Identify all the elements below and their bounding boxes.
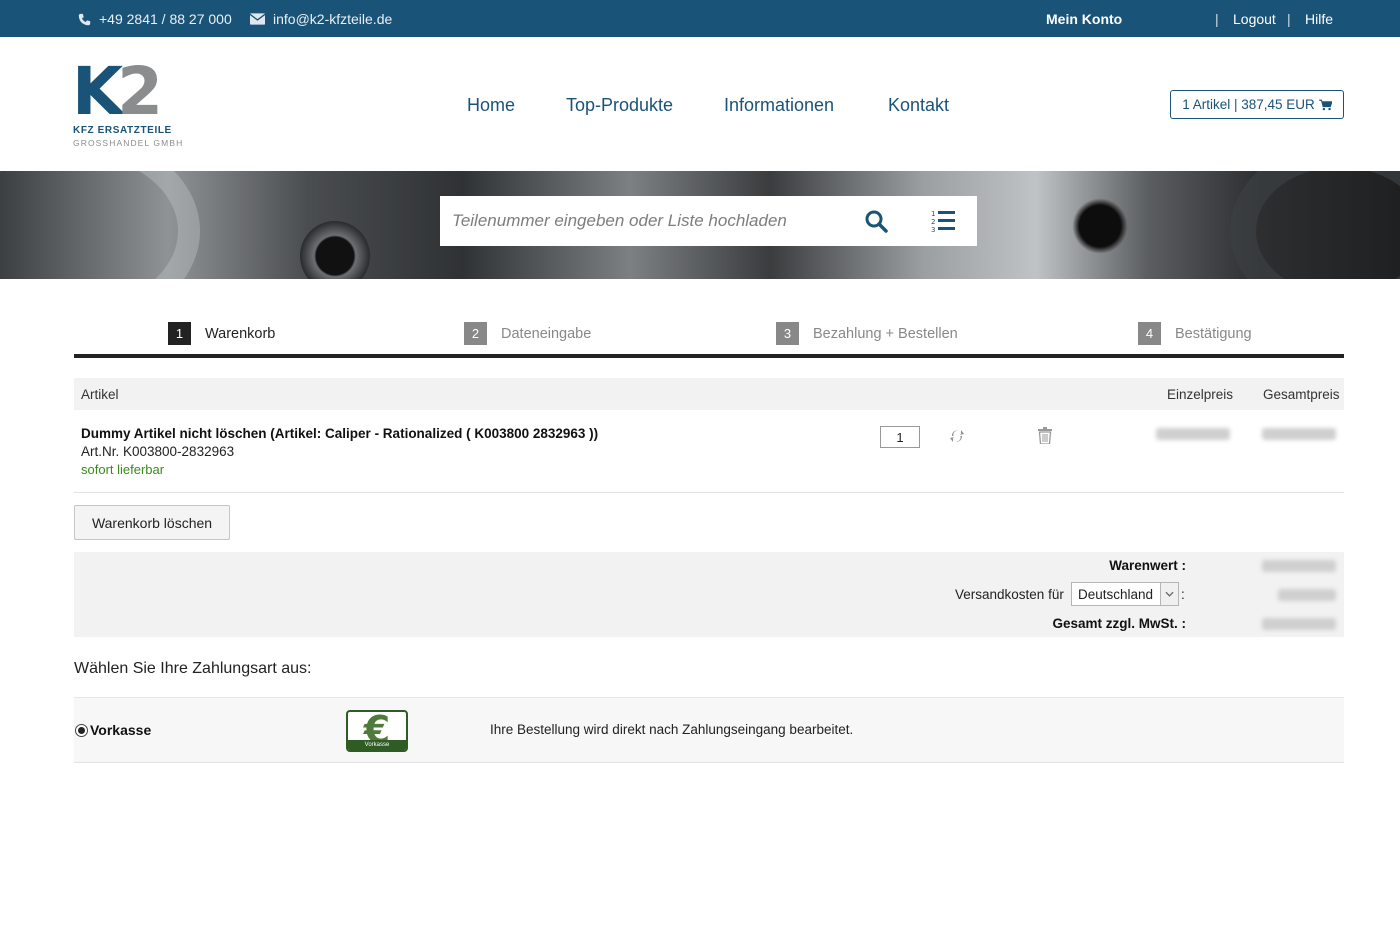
step-number: 1 [168, 322, 191, 345]
step-number: 3 [776, 322, 799, 345]
shipping-label: Versandkosten für [955, 587, 1064, 602]
column-article: Artikel [81, 387, 119, 402]
email-address: info@k2-kfzteile.de [273, 11, 393, 27]
item-article-number: Art.Nr. K003800-2832963 [81, 444, 235, 459]
phone-number: +49 2841 / 88 27 000 [99, 11, 232, 27]
shopping-cart-icon [1318, 99, 1332, 110]
hero-decoration [1230, 171, 1400, 279]
shipping-country-select[interactable]: Deutschland [1071, 582, 1179, 606]
top-bar: +49 2841 / 88 27 000 info@k2-kfzteile.de… [0, 0, 1400, 37]
cart-summary-button[interactable]: 1 Artikel | 387,45 EUR [1170, 90, 1344, 119]
nav-top-products[interactable]: Top-Produkte [566, 95, 673, 116]
nav-information[interactable]: Informationen [724, 95, 834, 116]
shipping-colon: : [1181, 587, 1185, 602]
phone-contact[interactable]: +49 2841 / 88 27 000 [78, 11, 232, 27]
part-number-input[interactable] [452, 196, 852, 246]
hero-decoration [1070, 191, 1130, 261]
prepayment-logo-label: Vorkasse [348, 740, 406, 750]
hero-decoration [300, 221, 370, 279]
nav-home[interactable]: Home [467, 95, 515, 116]
payment-radio[interactable] [75, 724, 88, 737]
svg-text:1: 1 [931, 210, 935, 218]
step-label: Bezahlung + Bestellen [813, 325, 958, 342]
step-payment: 3 Bezahlung + Bestellen [776, 322, 958, 345]
column-unit-price: Einzelpreis [1167, 387, 1234, 402]
item-name: Dummy Artikel nicht löschen (Artikel: Ca… [81, 426, 599, 441]
logo-mark: K2 [72, 53, 163, 130]
phone-icon [78, 13, 91, 25]
my-account-link[interactable]: Mein Konto [1046, 11, 1122, 27]
refresh-icon[interactable] [949, 428, 965, 444]
search-icon[interactable] [864, 209, 888, 233]
hero-banner: 1 2 3 [0, 171, 1400, 279]
step-label: Dateneingabe [501, 325, 592, 342]
total-value [1262, 618, 1336, 630]
table-row: Dummy Artikel nicht löschen (Artikel: Ca… [74, 410, 1344, 493]
payment-description: Ihre Bestellung wird direkt nach Zahlung… [490, 722, 854, 737]
step-label: Bestätigung [1175, 325, 1252, 342]
step-number: 4 [1138, 322, 1161, 345]
unit-price-value [1156, 428, 1230, 440]
goods-value [1262, 560, 1336, 572]
email-contact[interactable]: info@k2-kfzteile.de [250, 11, 392, 27]
goods-value-label: Warenwert : [1109, 558, 1186, 573]
svg-text:3: 3 [931, 226, 935, 234]
hero-decoration [0, 171, 200, 279]
shipping-cost-value [1278, 589, 1336, 601]
chevron-down-icon [1160, 583, 1178, 605]
order-summary: Warenwert : Versandkosten für Deutschlan… [74, 552, 1344, 637]
payment-option-prepayment[interactable]: Vorkasse € Vorkasse Ihre Bestellung wird… [74, 697, 1344, 763]
step-cart: 1 Warenkorb [168, 322, 275, 345]
site-header: K2 KFZ ERSATZTEILE GROSSHANDEL GMBH Home… [0, 37, 1400, 171]
logo-text-line1: KFZ ERSATZTEILE [73, 125, 172, 136]
help-link[interactable]: Hilfe [1305, 11, 1333, 27]
item-availability: sofort lieferbar [81, 462, 165, 477]
nav-contact[interactable]: Kontakt [888, 95, 949, 116]
part-search-box: 1 2 3 [440, 196, 977, 246]
total-price-value [1262, 428, 1336, 440]
payment-method-name[interactable]: Vorkasse [90, 722, 151, 738]
svg-text:2: 2 [931, 218, 935, 226]
total-label: Gesamt zzgl. MwSt. : [1052, 616, 1186, 631]
cart-summary-text: 1 Artikel | 387,45 EUR [1182, 97, 1315, 112]
cart-table-header: Artikel Einzelpreis Gesamtpreis [74, 378, 1344, 410]
checkout-steps: 1 Warenkorb 2 Dateneingabe 3 Bezahlung +… [74, 322, 1344, 358]
step-number: 2 [464, 322, 487, 345]
logo-text-line2: GROSSHANDEL GMBH [73, 138, 184, 148]
numbered-list-icon[interactable]: 1 2 3 [930, 208, 956, 234]
step-confirmation: 4 Bestätigung [1138, 322, 1252, 345]
clear-cart-button[interactable]: Warenkorb löschen [74, 505, 230, 540]
logout-link[interactable]: Logout [1233, 11, 1276, 27]
separator: | [1215, 11, 1219, 27]
envelope-icon [250, 13, 265, 25]
trash-icon[interactable] [1038, 427, 1052, 444]
quantity-input[interactable] [880, 426, 920, 448]
column-total-price: Gesamtpreis [1263, 387, 1340, 402]
step-label: Warenkorb [205, 325, 276, 342]
step-data-entry: 2 Dateneingabe [464, 322, 591, 345]
shipping-country-value: Deutschland [1078, 586, 1154, 602]
company-logo[interactable]: K2 KFZ ERSATZTEILE GROSSHANDEL GMBH [72, 53, 182, 150]
payment-section-title: Wählen Sie Ihre Zahlungsart aus: [74, 660, 312, 677]
prepayment-logo: € Vorkasse [346, 710, 408, 752]
separator: | [1287, 11, 1291, 27]
